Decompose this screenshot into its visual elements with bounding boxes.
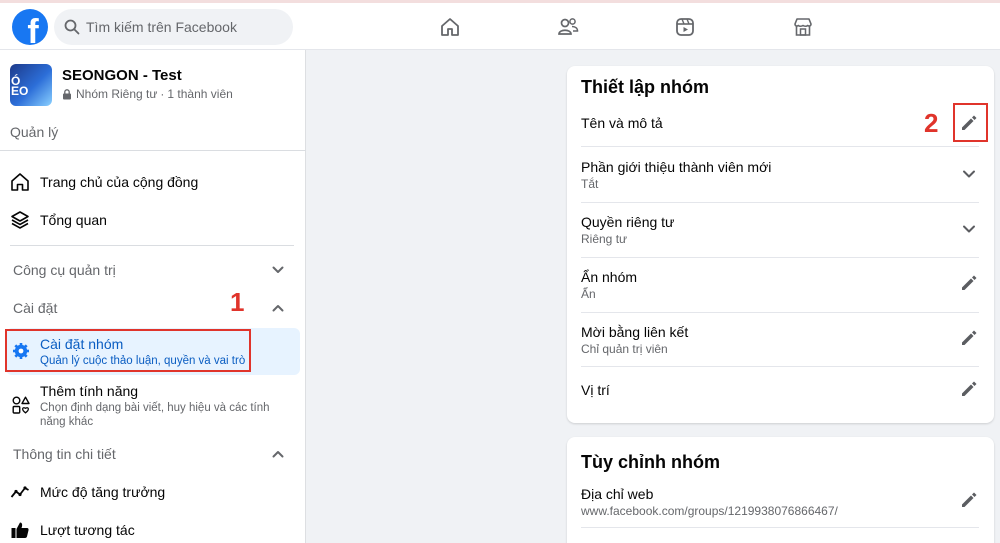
meta-separator: · [160,87,165,101]
shapes-icon [12,396,30,414]
section-admin-tools[interactable]: Công cụ quản trị [13,262,285,278]
search-icon [64,19,80,35]
setting-row-hide-group[interactable]: Ẩn nhóm Ẩn [581,269,979,309]
marketplace-icon[interactable] [792,16,814,38]
group-header[interactable]: Ó EO [10,64,52,106]
card-title: Tùy chỉnh nhóm [581,452,720,472]
admin-sidebar: Ó EO SEONGON - Test Nhóm Riêng tư · 1 th… [0,50,306,543]
setting-row-location[interactable]: Vị trí [581,382,979,412]
sidebar-item-engagement[interactable]: Lượt tương tác [10,520,300,540]
divider [0,150,306,151]
group-name[interactable]: SEONGON - Test [62,67,182,84]
edit-pencil-icon[interactable] [959,273,979,293]
edit-pencil-icon[interactable] [959,328,979,348]
setting-label: Tên và mô tả [581,115,663,131]
setting-value: Tắt [581,177,599,191]
row-divider [581,257,979,258]
edit-pencil-icon[interactable] [959,379,979,399]
gear-icon [13,343,29,359]
sidebar-item-label: Cài đặt nhóm [40,336,124,352]
row-divider [581,366,979,367]
section-label: Cài đặt [13,300,58,316]
sidebar-item-community-home[interactable]: Trang chủ của cộng đồng [10,172,300,192]
sidebar-item-overview[interactable]: Tổng quan [10,210,300,230]
card-title: Thiết lập nhóm [581,77,709,97]
section-label: Công cụ quản trị [13,262,116,278]
group-settings-card: Thiết lập nhóm Tên và mô tả 2 Phần giới … [567,66,994,423]
setting-value: Chỉ quản trị viên [581,342,668,356]
setting-label: Mời bằng liên kết [581,324,689,340]
trend-icon [10,486,29,498]
chevron-down-icon[interactable] [961,166,977,182]
section-label: Thông tin chi tiết [13,446,116,462]
friends-icon[interactable] [557,16,579,38]
setting-label: Quyền riêng tư [581,214,675,230]
row-divider [581,146,979,147]
setting-row-member-intro[interactable]: Phần giới thiệu thành viên mới Tắt [581,159,979,199]
thumbs-up-icon [11,522,29,538]
setting-value: www.facebook.com/groups/1219938076866467… [581,504,838,518]
sidebar-item-sub: Quản lý cuộc thảo luận, quyền và vai trò [40,355,246,367]
sidebar-item-label: Thêm tính năng [40,383,139,399]
step-number-2: 2 [924,108,939,138]
sidebar-item-label: Trang chủ của cộng đồng [40,174,199,190]
facebook-logo-letter: f [27,13,39,45]
sidebar-item-sub: Chọn định dạng bài viết, huy hiệu và các… [40,402,270,428]
highlight-box-2 [953,103,988,142]
search-input[interactable]: Tìm kiếm trên Facebook [86,19,237,35]
group-privacy: Nhóm Riêng tư [76,87,158,101]
row-divider [581,312,979,313]
group-meta: Nhóm Riêng tư · 1 thành viên [62,87,233,101]
chevron-down-icon[interactable] [961,221,977,237]
group-members: 1 thành viên [167,87,233,101]
setting-value: Riêng tư [581,232,628,246]
layers-icon [11,211,29,229]
setting-label: Vị trí [581,382,610,398]
chevron-up-icon [272,305,284,312]
divider [10,245,294,246]
sidebar-item-growth[interactable]: Mức độ tăng trưởng [10,482,300,502]
sidebar-item-label: Lượt tương tác [40,522,135,538]
home-icon [11,173,29,191]
home-icon[interactable] [439,16,461,38]
setting-row-invite-link[interactable]: Mời bằng liên kết Chỉ quản trị viên [581,324,979,364]
customize-group-card: Tùy chỉnh nhóm Địa chỉ web www.facebook.… [567,437,994,543]
search-box[interactable]: Tìm kiếm trên Facebook [54,9,293,45]
chevron-up-icon [272,451,284,458]
setting-row-privacy[interactable]: Quyền riêng tư Riêng tư [581,214,979,254]
group-avatar[interactable]: Ó EO [10,64,52,106]
group-avatar-text: Ó EO [11,74,29,98]
setting-value: Ẩn [581,287,596,301]
row-divider [581,202,979,203]
setting-row-web-address[interactable]: Địa chỉ web www.facebook.com/groups/1219… [581,486,979,526]
sidebar-item-label: Tổng quan [40,212,107,228]
edit-pencil-icon[interactable] [959,490,979,510]
setting-label: Địa chỉ web [581,486,654,502]
chevron-down-icon [272,266,284,273]
row-divider [581,527,979,528]
setting-label: Ẩn nhóm [581,269,638,285]
facebook-logo[interactable]: f [12,9,48,45]
lock-icon [63,88,71,99]
setting-label: Phần giới thiệu thành viên mới [581,159,772,175]
setting-row-name-description[interactable]: Tên và mô tả [581,115,979,145]
reels-icon[interactable] [674,16,696,38]
manage-heading: Quản lý [10,124,59,140]
top-navigation-bar: f Tìm kiếm trên Facebook [0,0,1000,50]
step-number-1: 1 [230,287,245,317]
section-insights[interactable]: Thông tin chi tiết [13,446,285,462]
sidebar-item-label: Mức độ tăng trưởng [40,484,166,500]
